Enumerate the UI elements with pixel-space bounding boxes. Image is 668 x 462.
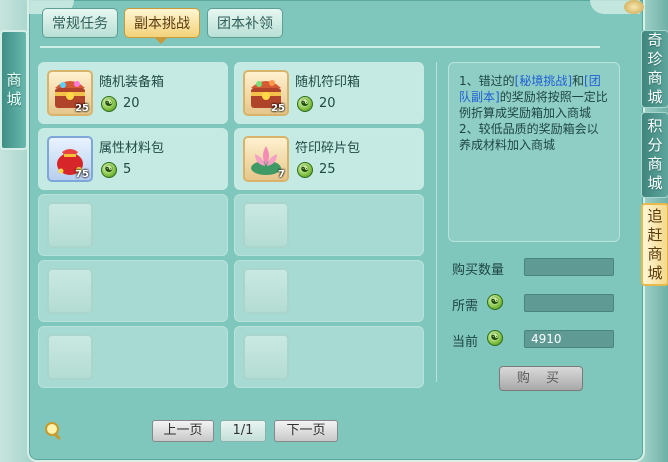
- currency-coin-icon: ☯: [101, 162, 117, 178]
- tab-catchup-shop[interactable]: 追 赶 商 城: [641, 203, 668, 286]
- current-balance: 4910: [524, 330, 614, 348]
- empty-icon-slot: [47, 268, 93, 314]
- item-quantity: 75: [75, 169, 89, 180]
- item-quantity: 25: [271, 103, 285, 114]
- panel-divider: [436, 62, 437, 382]
- currency-coin-icon: ☯: [487, 294, 503, 310]
- item-name: 符印碎片包: [295, 141, 361, 156]
- item-quantity: 25: [75, 103, 89, 114]
- quantity-label: 购买数量: [452, 263, 505, 278]
- item-name: 随机符印箱: [295, 75, 361, 90]
- list-item[interactable]: 75 属性材料包 ☯ 5: [38, 128, 228, 190]
- empty-icon-slot: [243, 202, 289, 248]
- tab-rare-shop[interactable]: 奇 珍 商 城: [641, 30, 668, 108]
- cost-label: 所需: [452, 299, 479, 314]
- item-quantity: 7: [278, 169, 285, 180]
- list-item[interactable]: 7 符印碎片包 ☯ 25: [234, 128, 424, 190]
- tab-points-shop[interactable]: 积 分 商 城: [641, 112, 668, 198]
- treasure-chest-icon: 25: [243, 70, 289, 116]
- tab-dungeon-challenge[interactable]: 副本挑战: [124, 8, 200, 38]
- tab-raid-claim[interactable]: 团本补领: [207, 8, 283, 38]
- list-item[interactable]: 25 随机符印箱 ☯ 20: [234, 62, 424, 124]
- next-page-button[interactable]: 下一页: [274, 420, 338, 442]
- current-label: 当前: [452, 335, 479, 350]
- cost-value: [524, 294, 614, 312]
- empty-slot: [234, 326, 424, 388]
- empty-slot: [38, 326, 228, 388]
- empty-icon-slot: [243, 334, 289, 380]
- item-price: 5: [123, 162, 132, 177]
- quantity-input[interactable]: [524, 258, 614, 276]
- lotus-bag-icon: 7: [243, 136, 289, 182]
- list-item[interactable]: 25 随机装备箱 ☯ 20: [38, 62, 228, 124]
- currency-coin-icon: ☯: [297, 162, 313, 178]
- item-price: 20: [123, 96, 140, 111]
- tab-regular-tasks[interactable]: 常规任务: [42, 8, 118, 38]
- empty-slot: [38, 260, 228, 322]
- link-secret-challenge[interactable]: [秘境挑战]: [515, 74, 572, 88]
- decorative-knob: [624, 0, 644, 14]
- empty-icon-slot: [47, 202, 93, 248]
- tab-divider: [40, 46, 600, 48]
- currency-coin-icon: ☯: [297, 96, 313, 112]
- info-text: 1、错过的[秘境挑战]和[团队副本]的奖励将按照一定比例折算成奖励箱加入商城 2…: [448, 62, 620, 242]
- empty-icon-slot: [47, 334, 93, 380]
- active-tab-indicator: [154, 37, 168, 44]
- page-indicator: 1/1: [220, 420, 266, 442]
- item-price: 25: [319, 162, 336, 177]
- item-name: 随机装备箱: [99, 75, 165, 90]
- item-price: 20: [319, 96, 336, 111]
- item-list: 25 随机装备箱 ☯ 20 25 随机符印箱 ☯ 20 75 属性材料包 ☯ 5…: [38, 62, 428, 394]
- item-name: 属性材料包: [99, 141, 165, 156]
- search-icon[interactable]: [44, 421, 64, 441]
- treasure-chest-icon: 25: [47, 70, 93, 116]
- empty-slot: [38, 194, 228, 256]
- buy-button[interactable]: 购 买: [499, 366, 583, 391]
- empty-slot: [234, 194, 424, 256]
- tab-shop[interactable]: 商 城: [0, 30, 28, 150]
- empty-slot: [234, 260, 424, 322]
- prev-page-button[interactable]: 上一页: [152, 420, 214, 442]
- currency-coin-icon: ☯: [487, 330, 503, 346]
- material-bag-icon: 75: [47, 136, 93, 182]
- currency-coin-icon: ☯: [101, 96, 117, 112]
- empty-icon-slot: [243, 268, 289, 314]
